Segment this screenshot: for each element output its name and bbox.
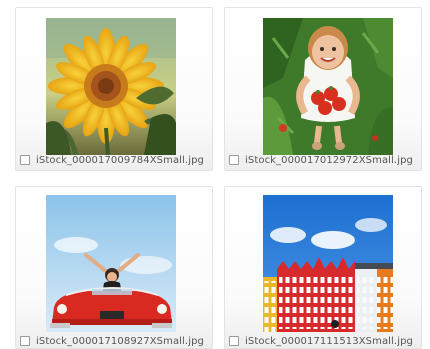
image-card[interactable]: iStock_000017108927XSmall.jpg — [15, 186, 213, 349]
image-caption: iStock_000017111513XSmall.jpg — [229, 334, 413, 348]
image-caption: iStock_000017108927XSmall.jpg — [20, 334, 204, 348]
select-checkbox[interactable] — [229, 336, 239, 346]
image-card[interactable]: iStock_000017111513XSmall.jpg — [224, 186, 422, 349]
colorful-houses-thumbnail[interactable] — [263, 195, 393, 332]
image-filename[interactable]: iStock_000017111513XSmall.jpg — [245, 336, 413, 347]
image-filename[interactable]: iStock_000017108927XSmall.jpg — [36, 336, 204, 347]
image-caption: iStock_000017009784XSmall.jpg — [20, 153, 204, 167]
woman-in-red-convertible-thumbnail[interactable] — [46, 195, 176, 332]
select-checkbox[interactable] — [229, 155, 239, 165]
girl-with-tomatoes-thumbnail[interactable] — [263, 18, 393, 155]
image-filename[interactable]: iStock_000017012972XSmall.jpg — [245, 155, 413, 166]
select-checkbox[interactable] — [20, 336, 30, 346]
select-checkbox[interactable] — [20, 155, 30, 165]
image-card[interactable]: iStock_000017012972XSmall.jpg — [224, 7, 422, 171]
sunflower-thumbnail[interactable] — [46, 18, 176, 155]
image-filename[interactable]: iStock_000017009784XSmall.jpg — [36, 155, 204, 166]
image-card[interactable]: iStock_000017009784XSmall.jpg — [15, 7, 213, 171]
image-caption: iStock_000017012972XSmall.jpg — [229, 153, 413, 167]
